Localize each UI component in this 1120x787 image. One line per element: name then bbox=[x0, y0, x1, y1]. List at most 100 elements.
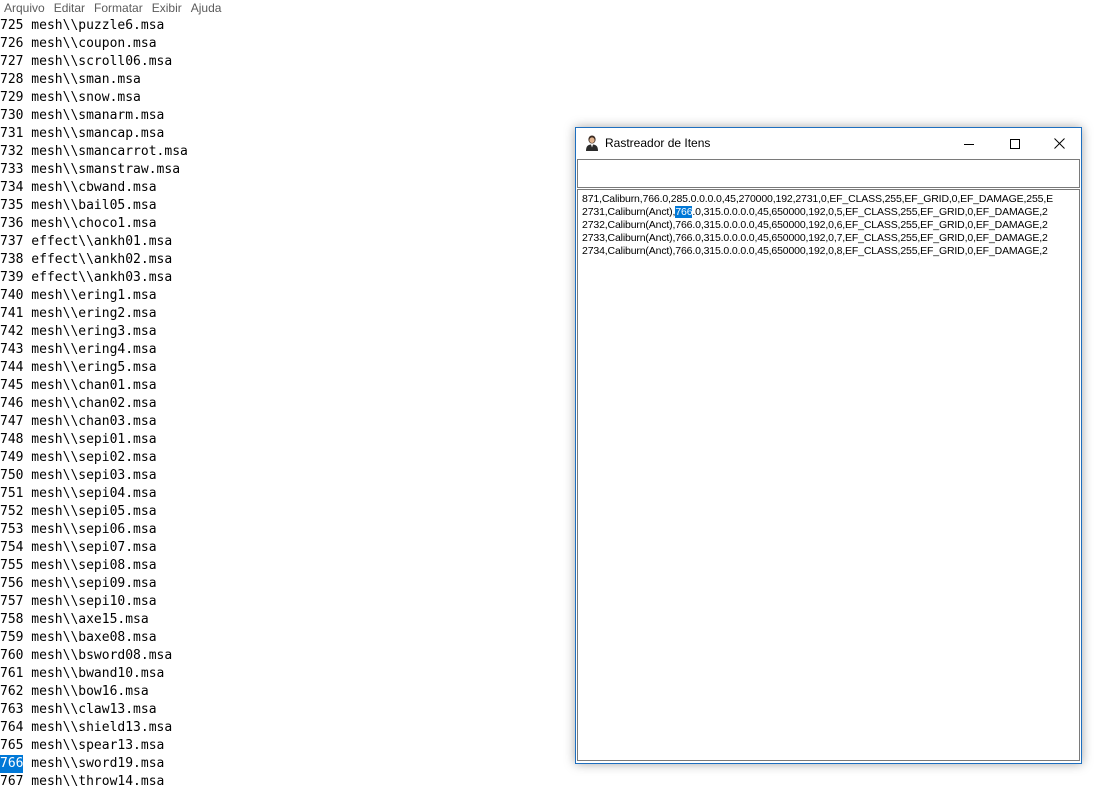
result-text: 2734,Caliburn(Anct),766.0,315.0.0.0.0,45… bbox=[582, 245, 1048, 257]
line-number: 753 bbox=[0, 522, 24, 537]
editor-line: 730 mesh\\smanarm.msa bbox=[0, 107, 1120, 125]
minimize-button[interactable] bbox=[946, 128, 992, 159]
user-icon bbox=[586, 135, 598, 151]
menu-formatar[interactable]: Formatar bbox=[90, 0, 148, 16]
line-number: 767 bbox=[0, 774, 24, 787]
line-number: 726 bbox=[0, 36, 24, 51]
result-row[interactable]: 871,Caliburn,766.0,285.0.0.0.0,45,270000… bbox=[582, 193, 1079, 206]
line-text: mesh\\smancarrot.msa bbox=[23, 144, 188, 159]
editor-line: 727 mesh\\scroll06.msa bbox=[0, 53, 1120, 71]
close-button[interactable] bbox=[1036, 128, 1082, 159]
line-text: mesh\\puzzle6.msa bbox=[23, 18, 165, 33]
results-list[interactable]: 871,Caliburn,766.0,285.0.0.0.0,45,270000… bbox=[577, 189, 1080, 761]
line-text: mesh\\scroll06.msa bbox=[23, 54, 173, 69]
line-number: 746 bbox=[0, 396, 24, 411]
line-number: 760 bbox=[0, 648, 24, 663]
title-bar[interactable]: Rastreador de Itens bbox=[576, 128, 1081, 159]
line-text: mesh\\ering1.msa bbox=[23, 288, 157, 303]
line-number: 740 bbox=[0, 288, 24, 303]
line-text: mesh\\bsword08.msa bbox=[23, 648, 173, 663]
line-text: mesh\\sepi09.msa bbox=[23, 576, 157, 591]
line-text: mesh\\sepi07.msa bbox=[23, 540, 157, 555]
line-text: mesh\\sepi05.msa bbox=[23, 504, 157, 519]
line-text: mesh\\choco1.msa bbox=[23, 216, 157, 231]
line-text: mesh\\sepi08.msa bbox=[23, 558, 157, 573]
selected-line-number: 766 bbox=[0, 755, 24, 773]
line-text: mesh\\ering4.msa bbox=[23, 342, 157, 357]
editor-line: 767 mesh\\throw14.msa bbox=[0, 773, 1120, 787]
line-text: mesh\\sepi06.msa bbox=[23, 522, 157, 537]
line-text: mesh\\sepi10.msa bbox=[23, 594, 157, 609]
result-text: 2732,Caliburn(Anct),766.0,315.0.0.0.0,45… bbox=[582, 219, 1048, 231]
minimize-icon bbox=[964, 143, 974, 145]
result-text: 2733,Caliburn(Anct),766.0,315.0.0.0.0,45… bbox=[582, 232, 1048, 244]
line-number: 737 bbox=[0, 234, 24, 249]
line-number: 725 bbox=[0, 18, 24, 33]
line-number: 749 bbox=[0, 450, 24, 465]
line-number: 745 bbox=[0, 378, 24, 393]
line-number: 728 bbox=[0, 72, 24, 87]
line-text: mesh\\smancap.msa bbox=[23, 126, 165, 141]
line-number: 747 bbox=[0, 414, 24, 429]
line-number: 739 bbox=[0, 270, 24, 285]
line-number: 757 bbox=[0, 594, 24, 609]
menu-arquivo[interactable]: Arquivo bbox=[0, 0, 50, 16]
line-number: 754 bbox=[0, 540, 24, 555]
line-number: 736 bbox=[0, 216, 24, 231]
result-text-rest: .0,315.0.0.0.0,45,650000,192,0,5,EF_CLAS… bbox=[692, 206, 1048, 218]
search-highlight: 766 bbox=[675, 206, 693, 218]
line-number: 730 bbox=[0, 108, 24, 123]
line-number: 755 bbox=[0, 558, 24, 573]
editor-line: 728 mesh\\sman.msa bbox=[0, 71, 1120, 89]
line-text: mesh\\baxe08.msa bbox=[23, 630, 157, 645]
line-text: mesh\\bwand10.msa bbox=[23, 666, 165, 681]
line-text: mesh\\chan01.msa bbox=[23, 378, 157, 393]
item-tracker-window: Rastreador de Itens 871,Caliburn,766.0,2… bbox=[575, 127, 1082, 764]
line-text: mesh\\bow16.msa bbox=[23, 684, 149, 699]
line-text: mesh\\smanarm.msa bbox=[23, 108, 165, 123]
line-number: 761 bbox=[0, 666, 24, 681]
line-text: mesh\\shield13.msa bbox=[23, 720, 173, 735]
result-text: 2731,Caliburn(Anct), bbox=[582, 206, 676, 218]
close-icon bbox=[1053, 138, 1065, 149]
line-number: 742 bbox=[0, 324, 24, 339]
line-text: mesh\\ering2.msa bbox=[23, 306, 157, 321]
line-number: 748 bbox=[0, 432, 24, 447]
line-number: 763 bbox=[0, 702, 24, 717]
result-text: 871,Caliburn,766.0,285.0.0.0.0,45,270000… bbox=[582, 193, 1053, 205]
line-number: 732 bbox=[0, 144, 24, 159]
line-number: 735 bbox=[0, 198, 24, 213]
line-number: 733 bbox=[0, 162, 24, 177]
result-row[interactable]: 2732,Caliburn(Anct),766.0,315.0.0.0.0,45… bbox=[582, 219, 1079, 232]
menu-editar[interactable]: Editar bbox=[50, 0, 90, 16]
line-number: 743 bbox=[0, 342, 24, 357]
line-text: mesh\\sepi02.msa bbox=[23, 450, 157, 465]
line-text: mesh\\chan03.msa bbox=[23, 414, 157, 429]
line-number: 734 bbox=[0, 180, 24, 195]
line-text: mesh\\sword19.msa bbox=[23, 756, 165, 771]
line-number: 744 bbox=[0, 360, 24, 375]
line-text: mesh\\axe15.msa bbox=[23, 612, 149, 627]
menu-exibir[interactable]: Exibir bbox=[148, 0, 187, 16]
line-number: 765 bbox=[0, 738, 24, 753]
line-text: effect\\ankh03.msa bbox=[23, 270, 173, 285]
line-number: 741 bbox=[0, 306, 24, 321]
line-text: mesh\\cbwand.msa bbox=[23, 180, 157, 195]
line-number: 738 bbox=[0, 252, 24, 267]
menu-ajuda[interactable]: Ajuda bbox=[187, 0, 227, 16]
line-text: effect\\ankh01.msa bbox=[23, 234, 173, 249]
window-title: Rastreador de Itens bbox=[605, 136, 711, 150]
line-text: mesh\\snow.msa bbox=[23, 90, 141, 105]
line-number: 731 bbox=[0, 126, 24, 141]
line-number: 756 bbox=[0, 576, 24, 591]
result-row[interactable]: 2733,Caliburn(Anct),766.0,315.0.0.0.0,45… bbox=[582, 232, 1079, 245]
result-row[interactable]: 2731,Caliburn(Anct),766.0,315.0.0.0.0,45… bbox=[582, 206, 1079, 219]
line-number: 752 bbox=[0, 504, 24, 519]
search-input[interactable] bbox=[577, 159, 1080, 188]
line-text: mesh\\claw13.msa bbox=[23, 702, 157, 717]
line-number: 764 bbox=[0, 720, 24, 735]
maximize-button[interactable] bbox=[992, 128, 1038, 159]
line-text: mesh\\throw14.msa bbox=[23, 774, 165, 787]
result-row[interactable]: 2734,Caliburn(Anct),766.0,315.0.0.0.0,45… bbox=[582, 245, 1079, 258]
line-text: mesh\\ering5.msa bbox=[23, 360, 157, 375]
